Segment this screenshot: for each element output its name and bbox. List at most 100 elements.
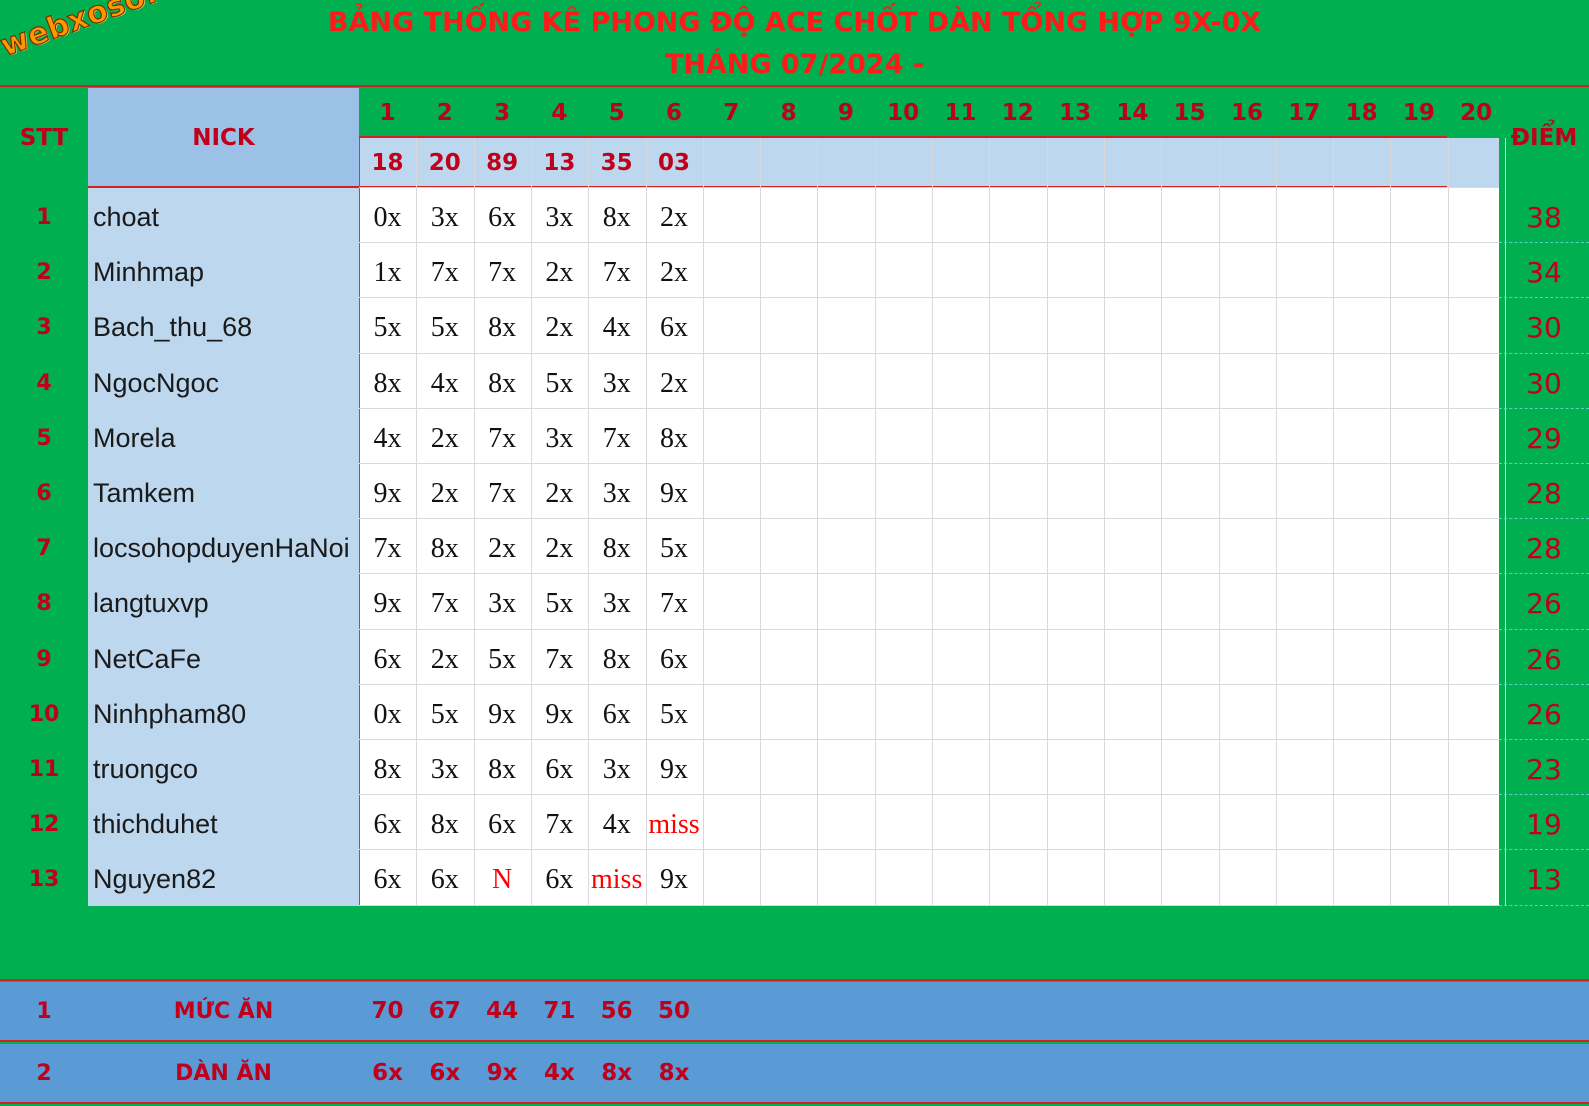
pick-cell: 8x (602, 201, 631, 233)
score-separator (1499, 518, 1589, 519)
day-header-4: 4 (551, 100, 568, 126)
player-nick: choat (93, 202, 160, 232)
pick-cell: 2x (545, 311, 574, 343)
grid-column-line (875, 138, 876, 906)
pick-cell: 7x (602, 422, 631, 454)
score-separator (1499, 353, 1589, 354)
pick-cell: 3x (602, 367, 631, 399)
pick-cell: 2x (545, 256, 574, 288)
pick-cell: 7x (545, 808, 574, 840)
pick-cell: 2x (430, 422, 459, 454)
row-stt: 9 (36, 647, 52, 672)
player-nick: Minhmap (93, 257, 205, 287)
day-result: 18 (371, 149, 404, 176)
grid-column-line (1104, 138, 1105, 906)
pick-cell: 7x (430, 256, 459, 288)
pick-cell: 5x (373, 311, 402, 343)
footer-spacer (0, 906, 1589, 980)
day-result: 03 (657, 149, 690, 176)
pick-cell: 9x (373, 587, 402, 619)
player-score: 34 (1526, 256, 1562, 289)
result-header-last (1447, 138, 1499, 187)
player-score: 26 (1526, 587, 1562, 620)
player-score: 23 (1526, 753, 1562, 786)
pick-cell: 2x (488, 532, 517, 564)
player-nick: thichduhet (93, 809, 218, 839)
score-separator (1499, 242, 1589, 243)
pick-cell: 2x (430, 643, 459, 675)
footer-divider (0, 1040, 1589, 1042)
pick-cell: 4x (373, 422, 402, 454)
player-score: 28 (1526, 477, 1562, 510)
row-stt: 12 (28, 812, 60, 837)
pick-cell: 8x (430, 808, 459, 840)
grid-column-line (1219, 138, 1220, 906)
footer-label: DÀN ĂN (175, 1060, 272, 1086)
stats-sheet: BẢNG THỐNG KÊ PHONG ĐỘ ACE CHỐT DÀN TỔNG… (0, 0, 1589, 1106)
pick-cell: N (491, 863, 513, 895)
footer-value: 56 (600, 998, 633, 1024)
day-header-2: 2 (436, 100, 453, 126)
day-header-7: 7 (723, 100, 740, 126)
grid-column-line (932, 138, 933, 906)
day-header-17: 17 (1288, 100, 1321, 126)
pick-cell: 6x (488, 808, 517, 840)
pick-cell: 8x (602, 643, 631, 675)
footer-value: 67 (428, 998, 461, 1024)
player-score: 30 (1526, 311, 1562, 344)
row-stt: 5 (36, 426, 52, 451)
pick-cell: 8x (488, 367, 517, 399)
day-header-12: 12 (1001, 100, 1034, 126)
pick-cell: 5x (430, 311, 459, 343)
pick-cell: 6x (373, 863, 402, 895)
pick-cell: 3x (430, 753, 459, 785)
pick-cell: 4x (602, 808, 631, 840)
pick-cell: 8x (488, 753, 517, 785)
day-header-6: 6 (665, 100, 682, 126)
diem-column-header: ĐIỂM (1510, 124, 1578, 151)
pick-cell: 6x (660, 643, 688, 675)
day-header-5: 5 (608, 100, 625, 126)
footer-stt: 2 (36, 1060, 52, 1086)
player-nick: NetCaFe (93, 644, 202, 674)
pick-cell: 8x (602, 532, 631, 564)
sheet-subtitle: THÁNG 07/2024 - (664, 49, 925, 80)
player-nick: NgocNgoc (93, 368, 220, 398)
player-score: 38 (1526, 201, 1562, 234)
player-score: 19 (1526, 808, 1562, 841)
day-header-10: 10 (887, 100, 920, 126)
day-header-15: 15 (1173, 100, 1206, 126)
pick-cell: 4x (602, 311, 631, 343)
pick-cell: 7x (602, 256, 631, 288)
player-nick: Bach_thu_68 (93, 312, 253, 342)
day-header-19: 19 (1402, 100, 1435, 126)
pick-cell: 3x (602, 477, 631, 509)
pick-cell: 7x (545, 643, 574, 675)
grid-column-line (703, 138, 704, 906)
nick-column-header: NICK (192, 124, 255, 151)
footer-value: 6x (372, 1060, 403, 1086)
pick-cell: 7x (488, 422, 517, 454)
pick-cell: 6x (488, 201, 517, 233)
pick-cell: 8x (373, 753, 402, 785)
pick-cell: 1x (373, 256, 402, 288)
row-stt: 3 (36, 315, 52, 340)
pick-cell: 5x (430, 698, 459, 730)
sheet-title: BẢNG THỐNG KÊ PHONG ĐỘ ACE CHỐT DÀN TỔNG… (327, 7, 1262, 38)
pick-cell: 5x (660, 532, 688, 564)
pick-cell: 9x (545, 698, 574, 730)
pick-cell: 4x (430, 367, 459, 399)
grid-column-line (1161, 138, 1162, 906)
footer-divider (0, 1102, 1589, 1104)
pick-cell: 5x (488, 643, 517, 675)
pick-cell: 5x (660, 698, 688, 730)
pick-cell: 7x (488, 477, 517, 509)
footer-value: 44 (486, 998, 519, 1024)
player-nick: locsohopduyenHaNoi (93, 533, 350, 563)
pick-cell: 3x (602, 753, 631, 785)
day-header-3: 3 (494, 100, 511, 126)
pick-cell: miss (648, 808, 700, 840)
score-separator (1499, 573, 1589, 574)
pick-cell: 9x (660, 753, 688, 785)
pick-cell: 8x (488, 311, 517, 343)
